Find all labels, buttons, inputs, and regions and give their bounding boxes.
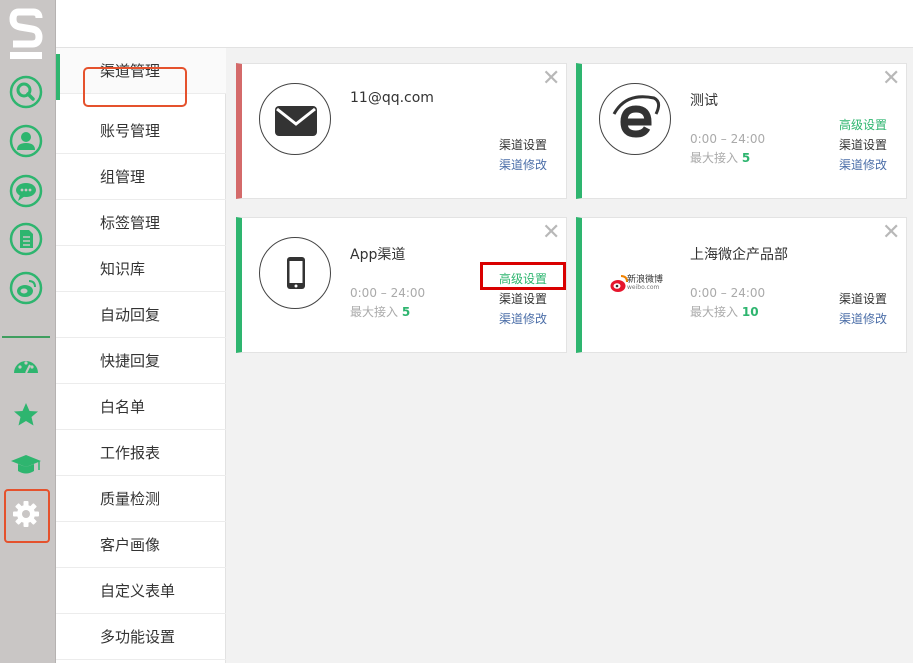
channel-settings-link[interactable]: 渠道设置 [839,136,887,153]
close-icon[interactable]: ✕ [542,68,560,90]
channel-title: 上海微企产品部 [690,247,788,263]
nav-customer-profile[interactable]: 客户画像 [56,522,226,568]
close-icon[interactable]: ✕ [882,68,900,90]
nav-quick-reply[interactable]: 快捷回复 [56,338,226,384]
search-icon[interactable] [9,75,43,109]
channel-title: 11@qq.com [350,90,434,106]
graduation-icon[interactable] [9,448,43,482]
channel-title: App渠道 [350,247,406,263]
service-hours: 0:00 – 24:00 [350,286,426,300]
nav-group-management[interactable]: 组管理 [56,154,226,200]
mail-icon [259,83,331,155]
channel-card-web: 测试 0:00 – 24:00 最大接入 5 高级设置 渠道设置 渠道修改 ✕ [576,63,907,199]
channel-card-app: App渠道 0:00 – 24:00 最大接入 5 高级设置 渠道设置 渠道修改… [236,217,567,353]
close-icon[interactable]: ✕ [882,222,900,244]
advanced-settings-link[interactable]: 高级设置 [839,116,887,133]
max-access-label: 最大接入 [690,305,739,319]
nav-label: 账号管理 [100,122,161,140]
advanced-settings-highlight [480,262,566,290]
top-bar [56,0,913,48]
max-access: 最大接入 10 [690,303,759,320]
channel-title: 测试 [690,93,718,109]
max-access-label: 最大接入 [350,305,399,319]
nav-label: 知识库 [100,260,146,278]
settings-nav: 渠道管理 账号管理 组管理 标签管理 知识库 自动回复 快捷回复 白名单 工作报… [56,48,226,663]
max-access-label: 最大接入 [690,151,739,165]
max-access-value: 5 [401,305,411,319]
nav-whitelist[interactable]: 白名单 [56,384,226,430]
weibo-logo-mark [610,275,628,292]
max-access-value: 5 [741,151,751,165]
channel-nav-highlight [83,67,187,107]
nav-account-management[interactable]: 账号管理 [56,108,226,154]
nav-label: 自动回复 [100,306,161,324]
nav-work-report[interactable]: 工作报表 [56,430,226,476]
nav-auto-reply[interactable]: 自动回复 [56,292,226,338]
nav-quality-check[interactable]: 质量检测 [56,476,226,522]
channel-settings-link[interactable]: 渠道设置 [499,290,547,307]
channel-card-email: 11@qq.com 渠道设置 渠道修改 ✕ [236,63,567,199]
nav-label: 白名单 [100,398,146,416]
max-access: 最大接入 5 [690,149,750,166]
ie-icon [599,83,671,155]
nav-label: 标签管理 [100,214,161,232]
nav-custom-form[interactable]: 自定义表单 [56,568,226,614]
nav-label: 自定义表单 [100,582,176,600]
nav-label: 质量检测 [100,490,161,508]
weibo-icon[interactable] [9,271,43,305]
nav-label: 多功能设置 [100,628,176,646]
active-indicator [56,54,60,100]
nav-label: 工作报表 [100,444,161,462]
nav-label: 快捷回复 [100,352,161,370]
nav-tag-management[interactable]: 标签管理 [56,200,226,246]
logo [9,8,43,59]
max-access-value: 10 [741,305,759,319]
channel-card-weibo: 新浪微博 weibo.com 上海微企产品部 0:00 – 24:00 最大接入… [576,217,907,353]
nav-knowledge-base[interactable]: 知识库 [56,246,226,292]
nav-label: 组管理 [100,168,146,186]
weibo-logo-sub: weibo.com [627,284,660,291]
weibo-logo: 新浪微博 weibo.com [610,270,663,298]
settings-highlight [4,489,50,543]
channel-settings-link[interactable]: 渠道设置 [839,290,887,307]
star-icon[interactable] [9,398,43,432]
service-hours: 0:00 – 24:00 [690,132,766,146]
document-icon[interactable] [9,222,43,256]
service-hours: 0:00 – 24:00 [690,286,766,300]
channel-settings-link[interactable]: 渠道设置 [499,136,547,153]
channel-edit-link[interactable]: 渠道修改 [499,156,547,173]
channel-edit-link[interactable]: 渠道修改 [839,310,887,327]
nav-label: 客户画像 [100,536,161,554]
dashboard-icon[interactable] [9,348,43,382]
icon-rail [0,0,56,663]
user-icon[interactable] [9,124,43,158]
channel-edit-link[interactable]: 渠道修改 [499,310,547,327]
phone-icon [259,237,331,309]
close-icon[interactable]: ✕ [542,222,560,244]
chat-icon[interactable] [9,174,43,208]
rail-divider [2,336,50,338]
channel-edit-link[interactable]: 渠道修改 [839,156,887,173]
max-access: 最大接入 5 [350,303,410,320]
nav-multi-settings[interactable]: 多功能设置 [56,614,226,660]
